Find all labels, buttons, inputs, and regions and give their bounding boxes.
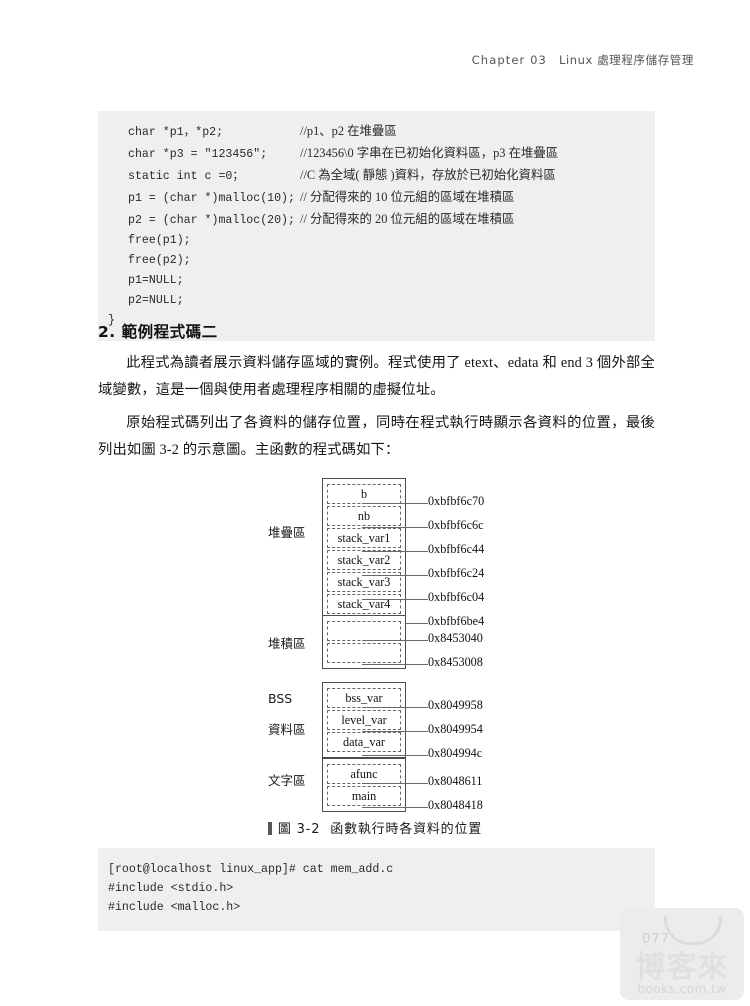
memory-cell: nb: [327, 506, 401, 526]
figure-caption-text: 函數執行時各資料的位置: [330, 822, 483, 837]
memory-address: 0xbfbf6c44: [428, 542, 485, 556]
code-comment: //C 為全域( 靜態 )資料，存放於已初始化資料區: [300, 168, 556, 182]
code-line: free(p1);: [98, 231, 655, 251]
memory-cell: [327, 643, 401, 663]
address-leader-line: [362, 640, 428, 641]
address-leader-line: [362, 664, 428, 665]
memory-cell: bss_var: [327, 688, 401, 708]
address-leader-line: [362, 755, 428, 756]
terminal-line: #include <stdio.h>: [108, 882, 234, 895]
watermark-logo: 077 博客來 books.com.tw: [620, 908, 744, 1000]
memory-address: 0x8048418: [428, 798, 483, 812]
code-line: char *p3 = "123456"; //123456\0 字串在已初始化資料…: [98, 143, 655, 165]
memory-cell: b: [327, 484, 401, 504]
memory-region-box: afunc main: [322, 758, 406, 812]
memory-cell: level_var: [327, 710, 401, 730]
address-leader-line: [362, 551, 428, 552]
top-code-block: char *p1，*p2; //p1、p2 在堆疊區 char *p3 = "123…: [98, 111, 655, 341]
code-line: free(p2);: [98, 251, 655, 271]
memory-region-label: 堆積區: [268, 636, 306, 651]
code-text: p2 = (char *)malloc(20);: [128, 214, 295, 227]
memory-address: 0xbfbf6c24: [428, 566, 485, 580]
address-leader-line: [362, 783, 428, 784]
memory-cell: data_var: [327, 732, 401, 752]
bottom-terminal-block: [root@localhost linux_app]# cat mem_add.…: [98, 848, 655, 931]
memory-region-label: 堆疊區: [268, 525, 306, 540]
code-text: char *p1，*p2;: [128, 126, 224, 139]
address-leader-line: [362, 707, 428, 708]
memory-cell: main: [327, 786, 401, 806]
memory-address: 0x8049954: [428, 722, 483, 736]
address-leader-line: [362, 575, 428, 576]
terminal-line: [root@localhost linux_app]# cat mem_add.…: [108, 863, 394, 876]
smile-icon: [664, 916, 722, 945]
paragraph-1: 此程式為讀者展示資料儲存區域的實例。程式使用了 etext、edata 和 en…: [98, 350, 655, 404]
brand-name: 博客來: [635, 950, 729, 985]
address-leader-line: [362, 807, 428, 808]
code-line: p2=NULL;: [98, 291, 655, 311]
caption-bar-icon: [267, 822, 272, 835]
code-line: char *p1，*p2; //p1、p2 在堆疊區: [98, 121, 655, 143]
code-comment: //p1、p2 在堆疊區: [300, 124, 397, 138]
brand-url: books.com.tw: [637, 982, 727, 996]
memory-address: 0x8453008: [428, 655, 483, 669]
memory-cell: afunc: [327, 764, 401, 784]
code-comment: // 分配得來的 10 位元組的區域在堆積區: [300, 190, 515, 204]
memory-address: 0xbfbf6be4: [428, 614, 485, 628]
memory-cell: stack_var2: [327, 550, 401, 570]
header-chapter-cn: Linux 處理程序儲存管理: [558, 53, 694, 67]
memory-cell: [327, 621, 401, 641]
address-leader-line: [362, 527, 428, 528]
running-header: Chapter 03 Linux 處理程序儲存管理: [472, 52, 694, 68]
code-line: p2 = (char *)malloc(20); // 分配得來的 20 位元組的…: [98, 209, 655, 231]
address-leader-line: [362, 731, 428, 732]
memory-address: 0xbfbf6c70: [428, 494, 485, 508]
memory-cell: stack_var4: [327, 594, 401, 614]
code-comment: //123456\0 字串在已初始化資料區，p3 在堆疊區: [300, 146, 559, 160]
memory-region-label: 文字區: [268, 773, 306, 788]
code-text: free(p1);: [128, 234, 191, 247]
code-text: p2=NULL;: [128, 294, 184, 307]
memory-cell: stack_var1: [327, 528, 401, 548]
memory-address: 0x8048611: [428, 774, 483, 788]
code-line: static int c =0； //C 為全域( 靜態 )資料，存放於已初始化資…: [98, 165, 655, 187]
memory-region-label: BSS: [268, 691, 293, 706]
section-heading: 2. 範例程式碼二: [98, 323, 218, 341]
address-leader-line: [362, 503, 428, 504]
memory-address: 0x804994c: [428, 746, 483, 760]
memory-address: 0x8049958: [428, 698, 483, 712]
memory-region-box: bss_var level_var data_var: [322, 682, 406, 758]
memory-region-box: [322, 615, 406, 669]
memory-layout-figure: b nb stack_var1 stack_var2 stack_var3 stack_v…: [0, 470, 750, 840]
figure-number: 圖 3-2: [277, 822, 321, 837]
code-text: p1 = (char *)malloc(10);: [128, 192, 295, 205]
code-line: p1 = (char *)malloc(10); // 分配得來的 10 位元組的…: [98, 187, 655, 209]
header-chapter-en: Chapter 03: [471, 53, 547, 67]
terminal-line: #include <malloc.h>: [108, 901, 241, 914]
address-leader-line: [362, 599, 428, 600]
memory-address: 0x8453040: [428, 631, 483, 645]
figure-caption: 圖 3-2 函數執行時各資料的位置: [0, 818, 750, 837]
memory-region-label: 資料區: [268, 722, 306, 737]
paragraph-2-text: 原始程式碼列出了各資料的儲存位置，同時在程式執行時顯示各資料的位置，最後列出如圖…: [98, 415, 655, 458]
paragraph-2: 原始程式碼列出了各資料的儲存位置，同時在程式執行時顯示各資料的位置，最後列出如圖…: [98, 410, 655, 464]
code-text: free(p2);: [128, 254, 191, 267]
code-comment: // 分配得來的 20 位元組的區域在堆積區: [300, 212, 515, 226]
paragraph-1-text: 此程式為讀者展示資料儲存區域的實例。程式使用了 etext、edata 和 en…: [98, 355, 655, 398]
code-line: p1=NULL;: [98, 271, 655, 291]
code-text: p1=NULL;: [128, 274, 184, 287]
code-text: char *p3 = "123456";: [128, 148, 268, 161]
memory-address: 0xbfbf6c6c: [428, 518, 484, 532]
memory-address: 0xbfbf6c04: [428, 590, 485, 604]
code-text: static int c =0；: [128, 170, 244, 183]
